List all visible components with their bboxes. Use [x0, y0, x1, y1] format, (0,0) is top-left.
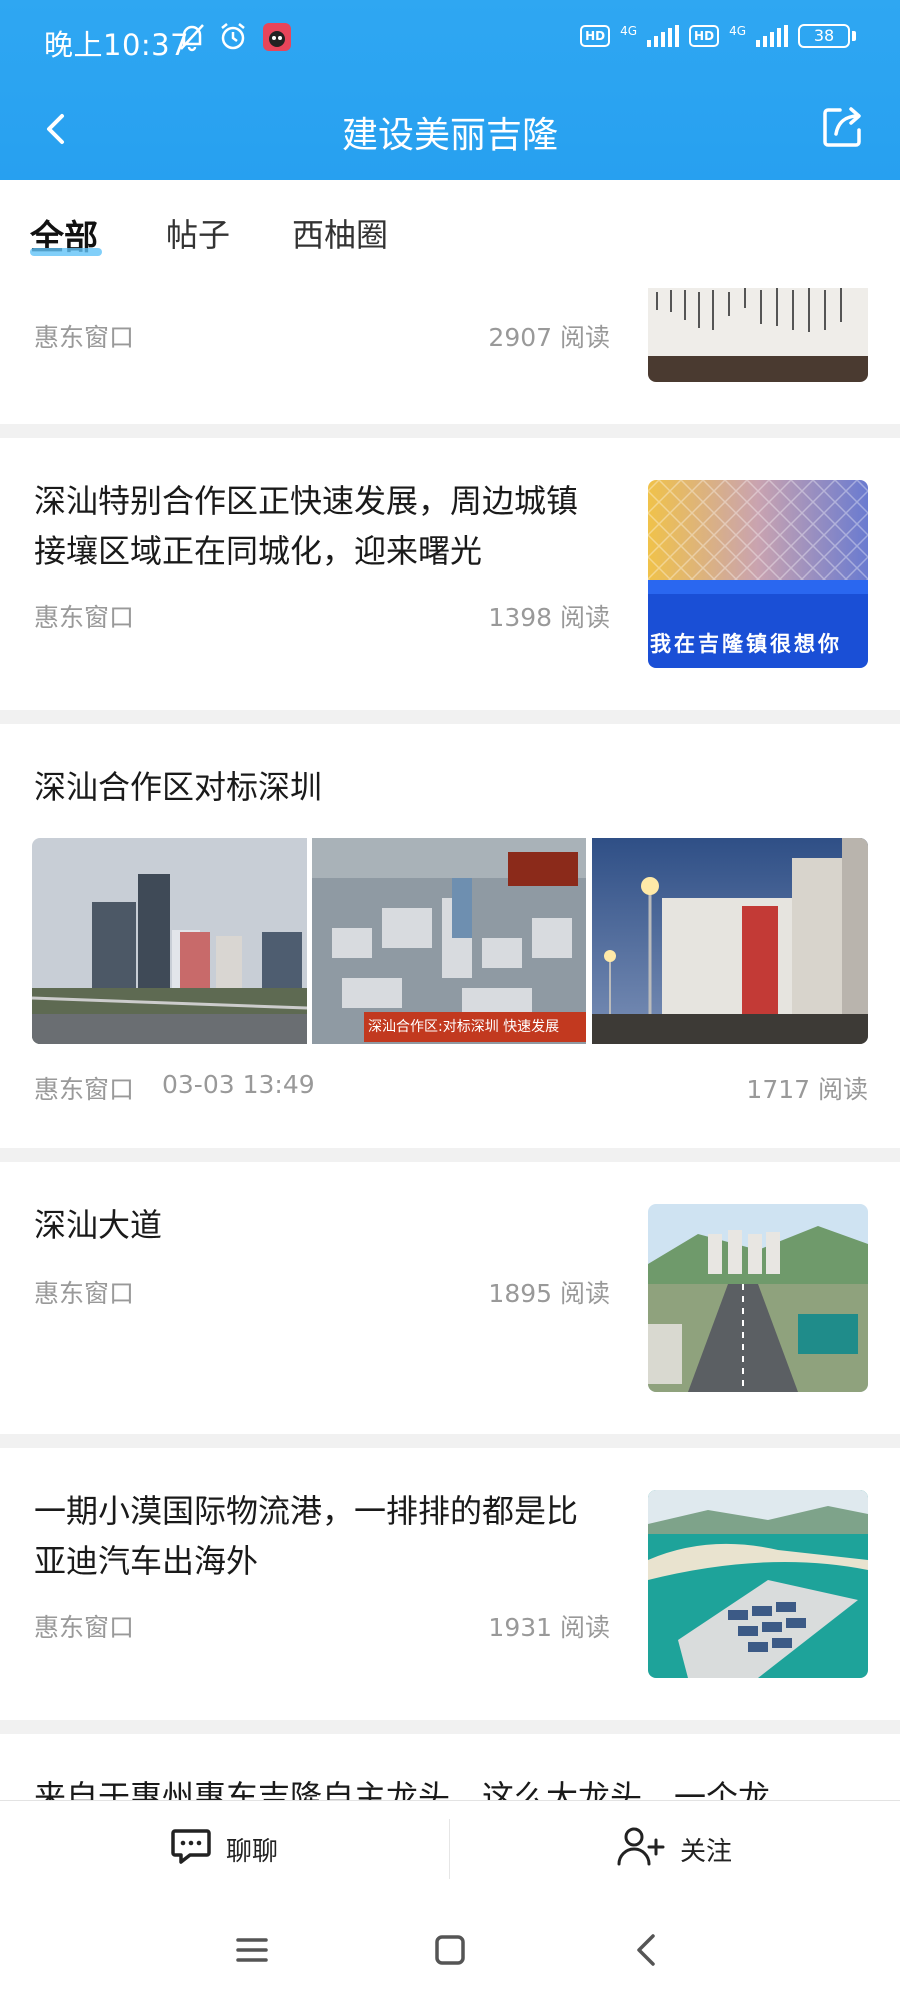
mute-bell-icon	[178, 22, 206, 56]
feed-item[interactable]: 深汕特别合作区正快速发展，周边城镇接壤区域正在同城化，迎来曙光 惠东窗口 139…	[0, 438, 900, 710]
feed-item[interactable]: 深汕大道 惠东窗口 1895 阅读	[0, 1162, 900, 1434]
article-headline: 一期小漠国际物流港，一排排的都是比亚迪汽车出海外	[34, 1492, 579, 1580]
article-image-3	[592, 838, 868, 1044]
battery-level: 38	[798, 24, 850, 48]
add-user-icon	[616, 1824, 666, 1875]
post-date: 03-03 13:49	[162, 1070, 315, 1099]
chat-label: 聊聊	[226, 1836, 279, 1867]
read-count: 2907 阅读	[488, 323, 610, 352]
bottom-divider	[449, 1819, 450, 1879]
article-thumbnail	[648, 288, 868, 382]
tab-bar: 全部 帖子 西柚圈	[0, 180, 900, 288]
share-icon[interactable]	[818, 102, 868, 152]
feed-item[interactable]: 惠东窗口 2907 阅读	[0, 288, 900, 424]
status-bar: 晚上10:37 HD 4G HD 4G 38	[0, 0, 900, 80]
tab-active-indicator	[30, 248, 102, 256]
read-count: 1895 阅读	[488, 1279, 610, 1308]
chat-bubble-icon	[170, 1825, 212, 1874]
read-count: 1398 阅读	[488, 603, 610, 632]
image-caption: 深汕合作区:对标深圳 快速发展	[364, 1012, 586, 1042]
article-headline: 深汕特别合作区正快速发展，周边城镇接壤区域正在同城化，迎来曙光	[34, 482, 579, 570]
alarm-clock-icon	[218, 22, 248, 56]
article-image-1	[32, 838, 307, 1044]
app-notification-icon	[262, 22, 292, 56]
battery-icon: 38	[798, 24, 856, 48]
follow-label: 关注	[680, 1836, 733, 1867]
chat-button[interactable]: 聊聊	[170, 1819, 278, 1879]
article-thumbnail	[648, 1490, 868, 1678]
article-thumbnail: 我在吉隆镇很想你	[648, 480, 868, 668]
app-header: 晚上10:37 HD 4G HD 4G 38 建设美丽吉隆	[0, 0, 900, 180]
author-name: 惠东窗口	[34, 1075, 135, 1104]
menu-icon[interactable]	[232, 1930, 272, 1974]
bottom-action-bar: 聊聊 关注	[0, 1800, 900, 1900]
author-name: 惠东窗口	[34, 1613, 135, 1642]
hd-badge-2: HD	[689, 25, 720, 47]
author-name: 惠东窗口	[34, 323, 135, 352]
network-type-2: 4G	[729, 24, 746, 38]
author-name: 惠东窗口	[34, 603, 135, 632]
signal-icon	[647, 25, 680, 47]
thumbnail-caption: 我在吉隆镇很想你	[650, 632, 842, 656]
read-count: 1931 阅读	[488, 1613, 610, 1642]
tab-posts[interactable]: 帖子	[166, 210, 230, 256]
article-headline: 深汕大道	[34, 1206, 163, 1244]
follow-button[interactable]: 关注	[616, 1819, 732, 1879]
tab-grapefruit-circle[interactable]: 西柚圈	[292, 210, 388, 256]
title-bar: 建设美丽吉隆	[0, 84, 900, 174]
article-thumbnail	[648, 1204, 868, 1392]
page-title: 建设美丽吉隆	[341, 115, 558, 156]
status-time: 晚上10:37	[44, 28, 190, 62]
hd-badge: HD	[580, 25, 611, 47]
feed-item[interactable]: 一期小漠国际物流港，一排排的都是比亚迪汽车出海外 惠东窗口 1931 阅读	[0, 1448, 900, 1720]
network-type: 4G	[620, 24, 638, 38]
read-count: 1717 阅读	[746, 1075, 868, 1104]
home-square-icon[interactable]	[430, 1930, 470, 1974]
signal-icon-2	[756, 25, 788, 47]
article-image-2: 深汕合作区:对标深圳 快速发展	[312, 838, 586, 1044]
article-headline: 深汕合作区对标深圳	[34, 768, 323, 806]
feed-item[interactable]: 深汕合作区对标深圳 深汕合作区:对标深圳 快速发展 惠东窗口 03-03 13:…	[0, 724, 900, 1148]
back-triangle-icon[interactable]	[628, 1930, 668, 1974]
author-name: 惠东窗口	[34, 1279, 135, 1308]
status-indicators: HD 4G HD 4G 38	[580, 24, 856, 48]
system-nav-bar	[0, 1900, 900, 2000]
